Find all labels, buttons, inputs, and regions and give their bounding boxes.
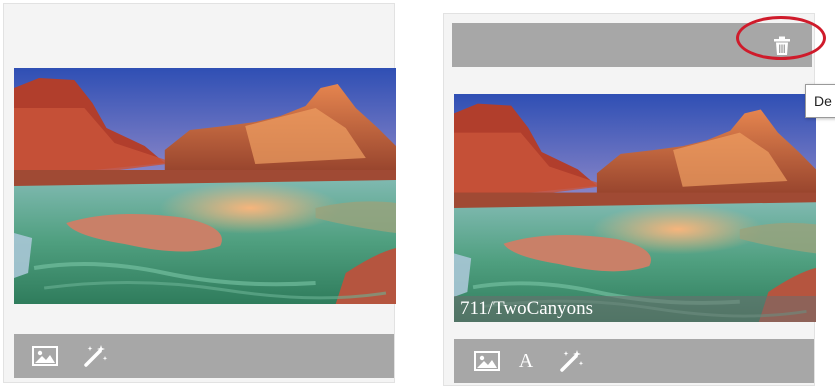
- text-a-icon: A: [518, 349, 534, 372]
- image-card-left: [3, 3, 395, 383]
- image-icon[interactable]: [472, 346, 502, 376]
- image-caption: 711/TwoCanyons: [460, 298, 594, 319]
- canyon-image: [454, 94, 816, 322]
- image-card-right: 711/TwoCanyons A: [443, 13, 826, 386]
- card-header-bar: [452, 16, 826, 67]
- trash-icon: [774, 36, 790, 55]
- delete-button[interactable]: [768, 32, 796, 60]
- image-icon[interactable]: [30, 341, 60, 371]
- text-button[interactable]: A: [514, 346, 538, 376]
- caption-overlay: 711/TwoCanyons: [454, 296, 816, 322]
- card-toolbar: [14, 334, 394, 378]
- canyon-photo[interactable]: 711/TwoCanyons: [454, 94, 816, 322]
- magic-wand-icon[interactable]: [80, 341, 110, 371]
- card-toolbar: A: [454, 339, 814, 383]
- canyon-photo[interactable]: [14, 68, 396, 304]
- tooltip-text: De: [814, 93, 832, 109]
- canyon-image: [14, 68, 396, 304]
- magic-wand-icon[interactable]: [556, 346, 586, 376]
- delete-tooltip: De: [805, 84, 835, 118]
